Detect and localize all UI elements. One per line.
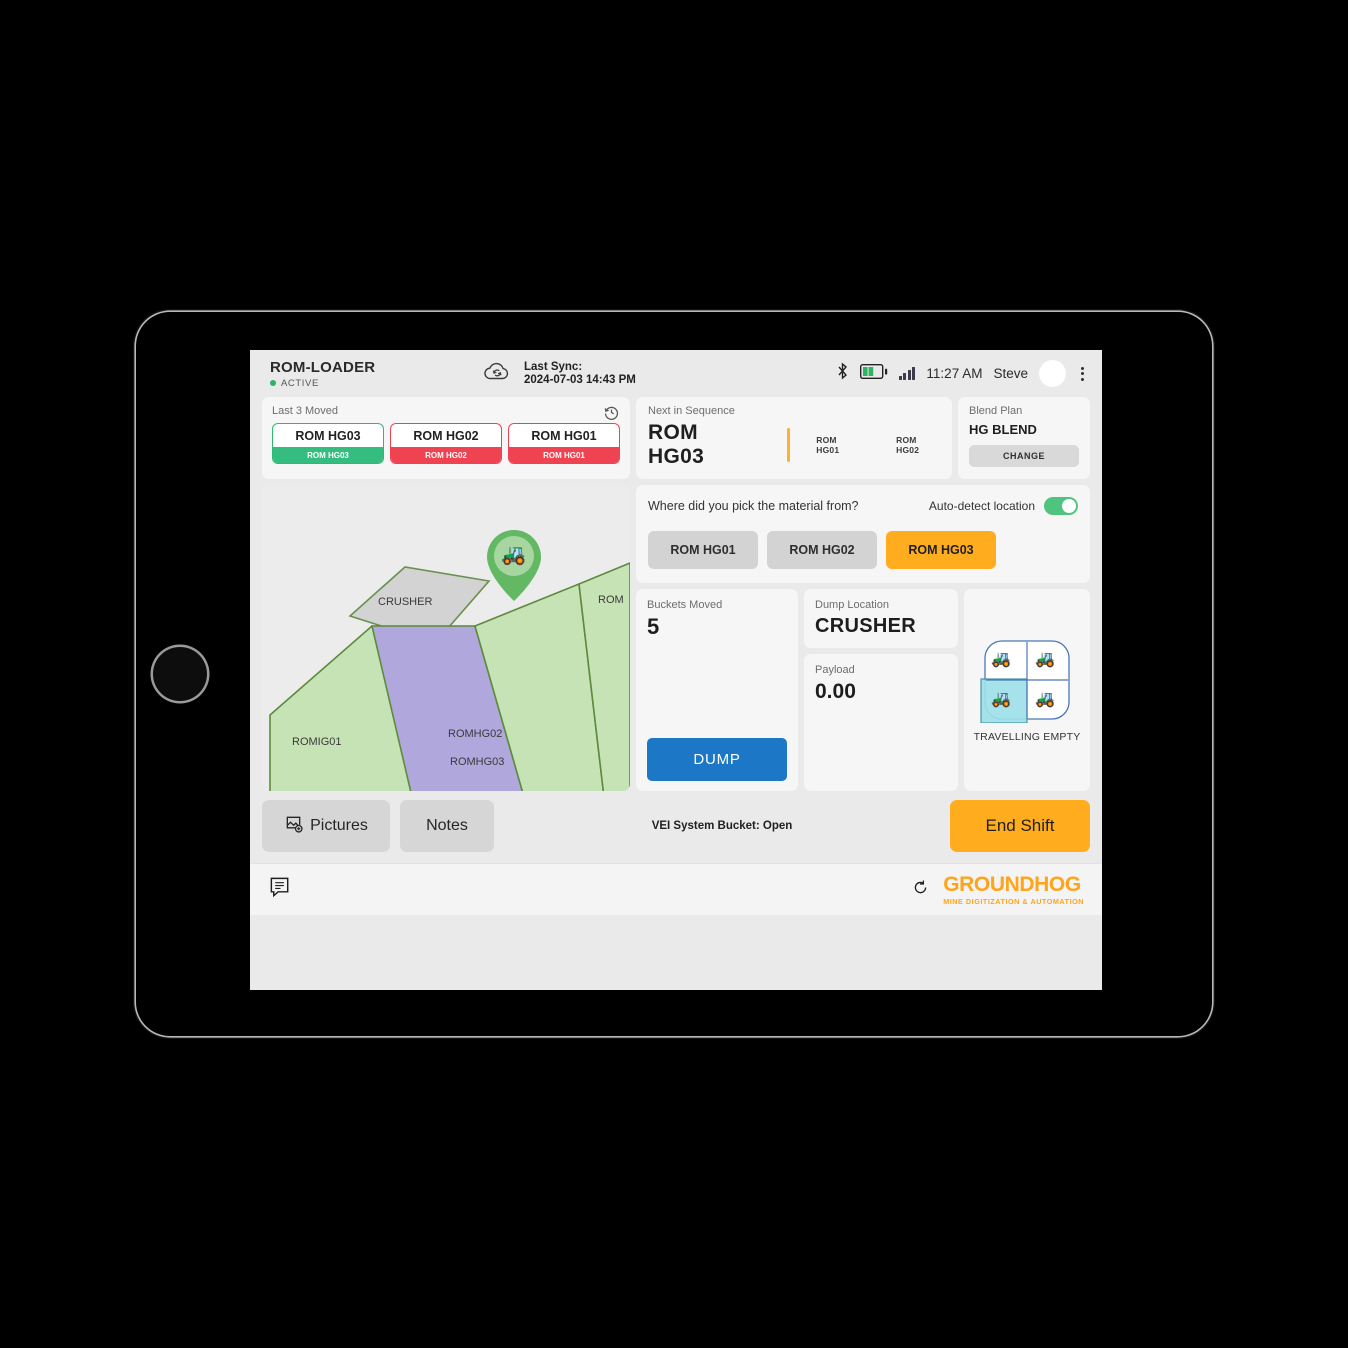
list-item[interactable]: ROM HG01 ROM HG01 <box>508 423 620 464</box>
buckets-moved-label: Buckets Moved <box>647 599 723 611</box>
pick-option-rom-hg02[interactable]: ROM HG02 <box>767 531 877 569</box>
chip-title: ROM HG03 <box>295 429 361 443</box>
quadrant-icon-dumping: 🚜 <box>1035 691 1055 708</box>
pick-location-header: Where did you pick the material from? Au… <box>648 497 1078 515</box>
operation-column: Where did you pick the material from? Au… <box>636 485 1090 791</box>
kebab-menu-icon[interactable] <box>1077 365 1088 383</box>
last-sync-title: Last Sync: <box>524 361 583 373</box>
app-status: ACTIVE <box>270 378 482 389</box>
dump-button[interactable]: DUMP <box>647 738 787 781</box>
footer-right: GROUNDHOG MINE DIGITIZATION & AUTOMATION <box>912 874 1084 906</box>
chip-title: ROM HG01 <box>531 429 597 443</box>
auto-detect-toggle[interactable] <box>1044 497 1078 515</box>
signal-bars-icon <box>898 367 916 380</box>
map-label-romhg02: ROMHG02 <box>448 728 502 740</box>
app-screen: ROM-LOADER ACTIVE Last Sync: 2024-07-03 … <box>250 350 1102 990</box>
last-3-moved-panel: Last 3 Moved ROM HG03 ROM HG03 ROM HG02 <box>262 397 630 479</box>
map-label-crusher: CRUSHER <box>378 596 432 608</box>
map-label-rom: ROM <box>598 594 624 606</box>
clock-label: 11:27 AM <box>926 366 983 381</box>
list-item[interactable]: ROM HG03 ROM HG03 <box>272 423 384 464</box>
status-dot-icon <box>270 380 276 386</box>
notes-button[interactable]: Notes <box>400 800 494 852</box>
stats-strip: Buckets Moved 5 DUMP Dump Location CRUSH… <box>636 589 1090 791</box>
map-label-romig01: ROMIG01 <box>292 736 342 748</box>
summary-row: Last 3 Moved ROM HG03 ROM HG03 ROM HG02 <box>250 397 1102 479</box>
dump-location-value: CRUSHER <box>815 615 916 637</box>
last-sync-time: 2024-07-03 14:43 PM <box>524 374 636 386</box>
chip-subtitle: ROM HG01 <box>509 447 619 463</box>
app-identity: ROM-LOADER ACTIVE <box>270 359 482 389</box>
app-footer: GROUNDHOG MINE DIGITIZATION & AUTOMATION <box>250 863 1102 915</box>
loader-vehicle-icon: 🚜 <box>501 544 526 566</box>
groundhog-logo: GROUNDHOG MINE DIGITIZATION & AUTOMATION <box>943 874 1084 906</box>
logo-tagline: MINE DIGITIZATION & AUTOMATION <box>943 896 1084 906</box>
pick-location-options: ROM HG01 ROM HG02 ROM HG03 <box>648 531 1078 569</box>
logo-wordmark: GROUNDHOG <box>943 872 1081 896</box>
blend-plan-label: Blend Plan <box>969 405 1023 417</box>
screenshot-root: ROM-LOADER ACTIVE Last Sync: 2024-07-03 … <box>0 0 1348 1348</box>
pick-location-panel: Where did you pick the material from? Au… <box>636 485 1090 583</box>
payload-value: 0.00 <box>815 680 856 703</box>
system-status-tray: 11:27 AM Steve <box>836 360 1088 387</box>
status-label: ACTIVE <box>281 377 319 389</box>
last-3-moved-label: Last 3 Moved <box>272 405 339 417</box>
blend-plan-panel: Blend Plan HG BLEND CHANGE <box>958 397 1090 479</box>
quadrant-icon-travelling-empty: 🚜 <box>991 691 1011 708</box>
change-blend-plan-button[interactable]: CHANGE <box>969 445 1079 467</box>
app-title: ROM-LOADER <box>270 358 376 376</box>
dump-location-panel[interactable]: Dump Location CRUSHER <box>804 589 958 648</box>
quadrant-icon-loading: 🚜 <box>991 651 1011 668</box>
tablet-home-button[interactable] <box>153 647 207 701</box>
add-picture-icon <box>284 814 303 838</box>
auto-detect-label: Auto-detect location <box>928 499 1035 513</box>
buckets-moved-value: 5 <box>647 614 660 639</box>
refresh-icon[interactable] <box>912 879 929 901</box>
payload-panel: Payload 0.00 <box>804 654 958 791</box>
sequence-divider <box>786 428 791 462</box>
buckets-moved-panel: Buckets Moved 5 DUMP <box>636 589 798 791</box>
dump-info-column: Dump Location CRUSHER Payload 0.00 <box>804 589 958 791</box>
sequence-upcoming-1: ROM HG01 <box>816 435 840 455</box>
auto-detect-group: Auto-detect location <box>929 497 1078 515</box>
cloud-sync-icon[interactable] <box>482 359 512 388</box>
pictures-button[interactable]: Pictures <box>262 800 390 852</box>
bluetooth-icon <box>836 362 849 385</box>
chip-title: ROM HG02 <box>413 429 479 443</box>
avatar[interactable] <box>1039 360 1066 387</box>
next-in-sequence-current: ROM HG03 <box>648 421 705 468</box>
message-note-icon[interactable] <box>268 875 293 905</box>
payload-label: Payload <box>815 664 855 676</box>
next-in-sequence-row: ROM HG03 ROM HG01 ROM HG02 <box>648 421 940 469</box>
end-shift-button[interactable]: End Shift <box>949 800 1090 852</box>
next-in-sequence-label: Next in Sequence <box>648 405 735 417</box>
chip-subtitle: ROM HG03 <box>273 447 383 463</box>
pick-option-rom-hg03[interactable]: ROM HG03 <box>886 531 996 569</box>
last-sync-block: Last Sync: 2024-07-03 14:43 PM <box>482 359 636 388</box>
map-label-romhg03: ROMHG03 <box>450 756 504 768</box>
blend-plan-value: HG BLEND <box>969 422 1037 437</box>
pick-option-rom-hg01[interactable]: ROM HG01 <box>648 531 758 569</box>
next-in-sequence-panel: Next in Sequence ROM HG03 ROM HG01 ROM H… <box>636 397 952 479</box>
sequence-upcoming-2: ROM HG02 <box>896 435 920 455</box>
machine-state-caption: TRAVELLING EMPTY <box>973 731 1081 743</box>
site-map[interactable]: CRUSHER ROMIG01 ROMHG03 ROMHG02 ROM 🚜 <box>262 485 630 791</box>
vei-system-status: VEI System Bucket: Open <box>651 820 793 832</box>
last-3-moved-chip-list: ROM HG03 ROM HG03 ROM HG02 ROM HG02 ROM … <box>272 423 620 464</box>
machine-state-quadrants[interactable]: 🚜 🚜 🚜 🚜 <box>979 637 1075 723</box>
app-header: ROM-LOADER ACTIVE Last Sync: 2024-07-03 … <box>250 350 1102 397</box>
chip-subtitle: ROM HG02 <box>391 447 501 463</box>
notes-button-label: Notes <box>426 817 468 834</box>
pick-location-question: Where did you pick the material from? <box>648 499 859 513</box>
machine-state-panel[interactable]: 🚜 🚜 🚜 🚜 TRAVELLING EMPTY <box>964 589 1090 791</box>
user-name-label: Steve <box>993 366 1028 381</box>
history-icon[interactable] <box>603 404 620 426</box>
action-bar: Pictures Notes VEI System Bucket: Open E… <box>250 791 1102 853</box>
pictures-button-label: Pictures <box>310 817 368 834</box>
quadrant-icon-travelling-loaded: 🚜 <box>1035 651 1055 668</box>
battery-icon <box>859 363 888 384</box>
main-row: CRUSHER ROMIG01 ROMHG03 ROMHG02 ROM 🚜 Wh… <box>250 479 1102 791</box>
dump-location-label: Dump Location <box>815 599 889 611</box>
list-item[interactable]: ROM HG02 ROM HG02 <box>390 423 502 464</box>
